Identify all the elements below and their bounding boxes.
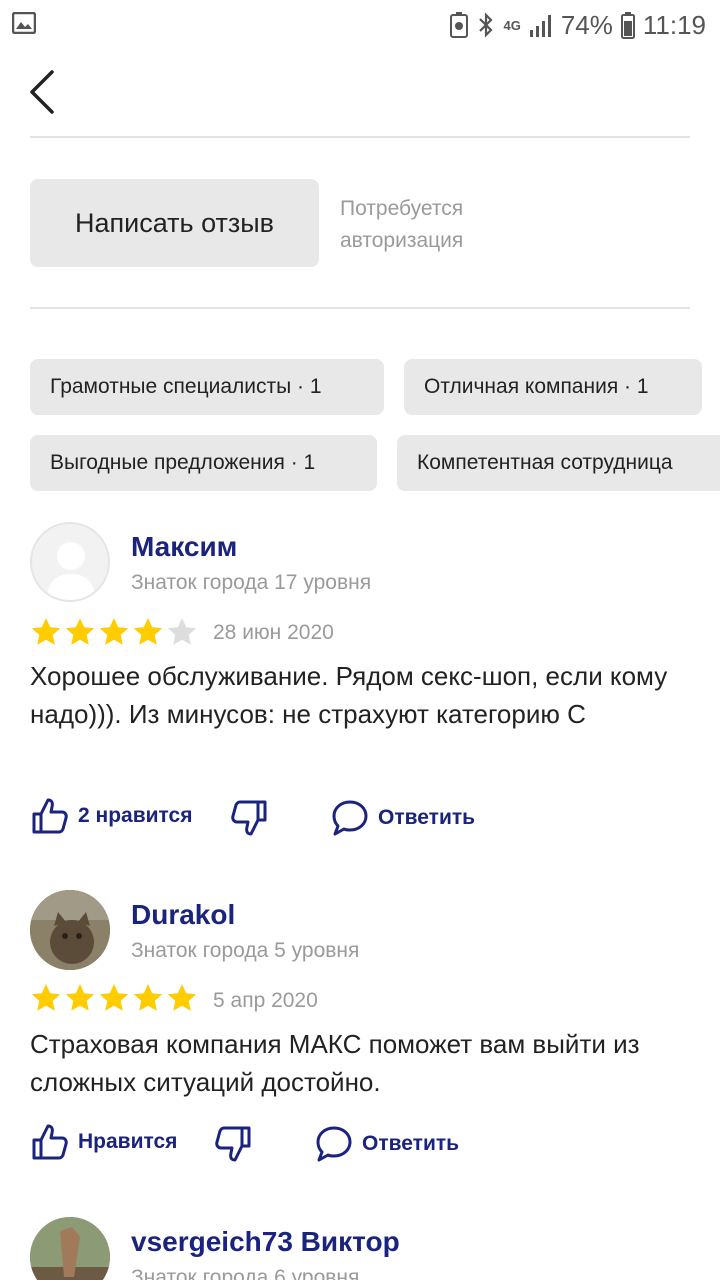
write-review-button[interactable]: Написать отзыв	[30, 179, 319, 267]
dislike-button[interactable]	[229, 798, 269, 838]
review-author-level: Знаток города 6 уровня	[131, 1266, 360, 1280]
thumbs-up-icon	[32, 798, 68, 834]
like-label: 2 нравится	[78, 804, 193, 827]
star-filled-icon	[133, 984, 163, 1011]
clock: 11:19	[642, 9, 706, 40]
star-filled-icon	[65, 618, 95, 645]
divider	[30, 307, 690, 309]
review-author[interactable]: Максим	[131, 531, 237, 563]
status-bar: 4G 74% 11:19	[0, 0, 720, 50]
review-text: Страховая компания МАКС поможет вам выйт…	[30, 1029, 640, 1097]
tag-chip[interactable]: Выгодные предложения · 1	[30, 435, 377, 491]
dislike-button[interactable]	[213, 1124, 253, 1164]
star-filled-icon	[167, 984, 197, 1011]
comment-icon	[316, 1126, 352, 1162]
rating-stars	[30, 982, 198, 1014]
avatar[interactable]	[30, 890, 110, 970]
like-button[interactable]: 2 нравится	[30, 796, 192, 836]
review-author-level: Знаток города 5 уровня	[131, 939, 360, 962]
authorization-note-line1: Потребуется	[340, 197, 464, 220]
signal-icon	[529, 15, 551, 37]
review-text: Хорошее обслуживание. Рядом секс-шоп, ес…	[30, 661, 668, 729]
review-date: 28 июн 2020	[213, 621, 334, 644]
avatar[interactable]	[30, 1217, 110, 1280]
authorization-note-line2: авторизация	[340, 229, 464, 252]
star-filled-icon	[99, 618, 129, 645]
review-date: 5 апр 2020	[213, 989, 318, 1012]
status-icons: 4G 74% 11:19	[449, 8, 706, 42]
like-button[interactable]: Нравится	[30, 1122, 177, 1162]
back-arrow-icon[interactable]	[26, 68, 66, 116]
battery-icon	[620, 12, 635, 39]
comment-icon	[332, 800, 368, 836]
star-filled-icon	[65, 984, 95, 1011]
cat-avatar-icon	[30, 890, 110, 970]
star-empty-icon	[167, 618, 197, 645]
review-author[interactable]: vsergeich73 Виктор	[131, 1226, 400, 1258]
bluetooth-icon	[479, 12, 494, 38]
gallery-notification-icon	[12, 12, 36, 34]
reply-button[interactable]: Ответить	[330, 798, 475, 838]
thumbs-down-icon	[215, 1126, 251, 1162]
battery-percent: 74%	[560, 9, 613, 40]
like-label: Нравится	[78, 1130, 178, 1153]
reply-label: Ответить	[378, 806, 476, 829]
network-type: 4G	[503, 17, 521, 33]
avatar[interactable]	[30, 522, 110, 602]
review-author[interactable]: Durakol	[131, 899, 235, 931]
rating-stars	[30, 616, 198, 648]
star-filled-icon	[99, 984, 129, 1011]
thumbs-up-icon	[32, 1124, 68, 1160]
battery-saver-icon	[450, 12, 469, 38]
review-author-level: Знаток города 17 уровня	[131, 571, 372, 594]
default-user-icon	[46, 542, 96, 600]
authorization-note: Потребуется авторизация	[340, 193, 540, 257]
star-filled-icon	[31, 618, 61, 645]
star-filled-icon	[31, 984, 61, 1011]
photo-avatar-icon	[30, 1217, 110, 1280]
reply-button[interactable]: Ответить	[314, 1124, 459, 1164]
tag-chip[interactable]: Грамотные специалисты · 1	[30, 359, 384, 415]
star-filled-icon	[133, 618, 163, 645]
thumbs-down-icon	[231, 800, 267, 836]
tag-chip[interactable]: Компетентная сотрудница	[397, 435, 720, 491]
tag-chip[interactable]: Отличная компания · 1	[404, 359, 702, 415]
divider	[30, 136, 690, 138]
reply-label: Ответить	[362, 1132, 460, 1155]
